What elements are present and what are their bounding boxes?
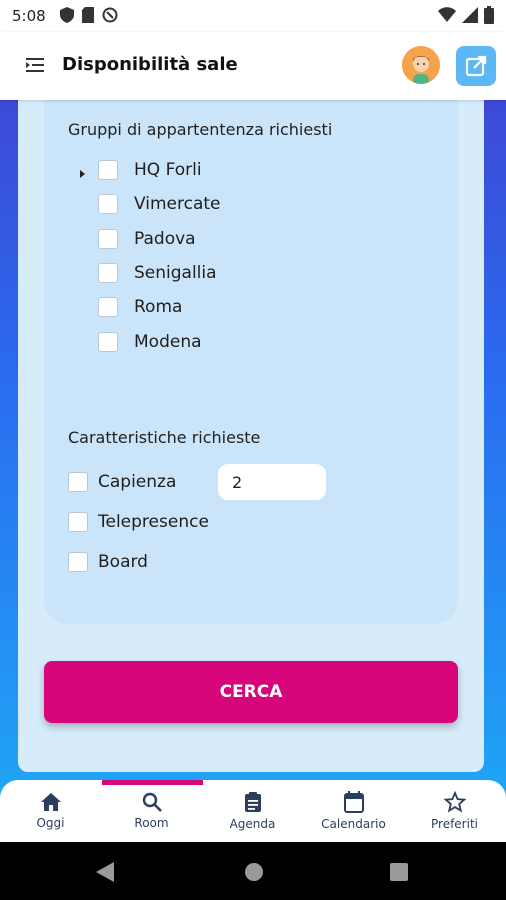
nav-item-oggi[interactable]: Oggi <box>0 780 101 842</box>
active-tab-indicator <box>102 780 203 785</box>
search-panel: Gruppi di appartentenza richiesti HQ For… <box>18 100 484 772</box>
checkbox[interactable] <box>98 263 118 283</box>
recents-icon[interactable] <box>390 863 408 881</box>
home-circle-icon[interactable] <box>244 862 264 882</box>
checkbox[interactable] <box>68 472 88 492</box>
checkbox[interactable] <box>98 297 118 317</box>
calendar-icon <box>343 791 364 813</box>
checkbox[interactable] <box>98 194 118 214</box>
status-time: 5:08 <box>12 7 46 25</box>
nav-label: Calendario <box>321 817 386 831</box>
filters-card: Gruppi di appartentenza richiesti HQ For… <box>44 100 458 624</box>
feature-label: Capienza <box>98 472 177 492</box>
group-label: Roma <box>134 297 183 317</box>
group-label: HQ Forli <box>134 160 202 180</box>
checkbox[interactable] <box>68 512 88 532</box>
features-title: Caratteristiche richieste <box>68 428 261 447</box>
back-icon[interactable] <box>96 862 114 882</box>
nav-label: Oggi <box>36 816 65 830</box>
menu-icon[interactable] <box>24 54 46 76</box>
group-label: Padova <box>134 229 196 249</box>
system-nav-bar <box>0 842 506 900</box>
nav-item-calendario[interactable]: Calendario <box>303 780 404 842</box>
search-icon <box>142 792 162 812</box>
page-title: Disponibilità sale <box>62 54 238 75</box>
checkbox[interactable] <box>98 332 118 352</box>
star-icon <box>443 791 466 813</box>
shield-icon <box>60 7 74 23</box>
signal-icon <box>462 7 478 23</box>
app-bar: Disponibilità sale <box>0 32 506 100</box>
feature-option-telepresence[interactable]: Telepresence <box>68 510 209 534</box>
checkbox[interactable] <box>98 229 118 249</box>
caret-right-icon <box>80 170 85 178</box>
feature-label: Telepresence <box>98 512 209 532</box>
feature-option-board[interactable]: Board <box>68 550 148 574</box>
nav-item-preferiti[interactable]: Preferiti <box>404 780 505 842</box>
clipboard-icon <box>244 792 261 812</box>
group-option-vimercate[interactable]: Vimercate <box>98 192 221 216</box>
nav-label: Agenda <box>229 817 276 831</box>
nav-item-room[interactable]: Room <box>101 780 202 842</box>
group-label: Senigallia <box>134 263 217 283</box>
nav-item-agenda[interactable]: Agenda <box>202 780 303 842</box>
groups-title: Gruppi di appartentenza richiesti <box>68 120 333 139</box>
group-option-roma[interactable]: Roma <box>98 295 182 319</box>
sd-card-icon <box>82 7 94 23</box>
group-option-padova[interactable]: Padova <box>98 227 196 251</box>
feature-option-capienza[interactable]: Capienza <box>68 470 176 494</box>
data-saver-icon <box>102 7 118 23</box>
group-option-modena[interactable]: Modena <box>98 330 202 354</box>
search-button[interactable]: CERCA <box>44 661 458 723</box>
checkbox[interactable] <box>68 552 88 572</box>
open-in-new-icon <box>465 55 487 77</box>
user-avatar-icon <box>402 46 440 84</box>
status-bar: 5:08 <box>0 0 506 32</box>
group-label: Vimercate <box>134 194 221 214</box>
feature-label: Board <box>98 552 148 572</box>
group-option-senigallia[interactable]: Senigallia <box>98 261 217 285</box>
nav-label: Room <box>134 816 169 830</box>
capacity-input[interactable] <box>218 464 326 500</box>
group-label: Modena <box>134 332 202 352</box>
bottom-nav: Oggi Room Agenda Calendario Preferiti <box>0 780 506 842</box>
home-icon <box>40 793 61 811</box>
open-external-button[interactable] <box>456 46 496 86</box>
nav-label: Preferiti <box>431 817 478 831</box>
avatar[interactable] <box>402 46 440 84</box>
group-option-hq-forli[interactable]: HQ Forli <box>98 158 202 182</box>
checkbox[interactable] <box>98 160 118 180</box>
battery-icon <box>484 6 494 24</box>
wifi-icon <box>438 7 456 22</box>
